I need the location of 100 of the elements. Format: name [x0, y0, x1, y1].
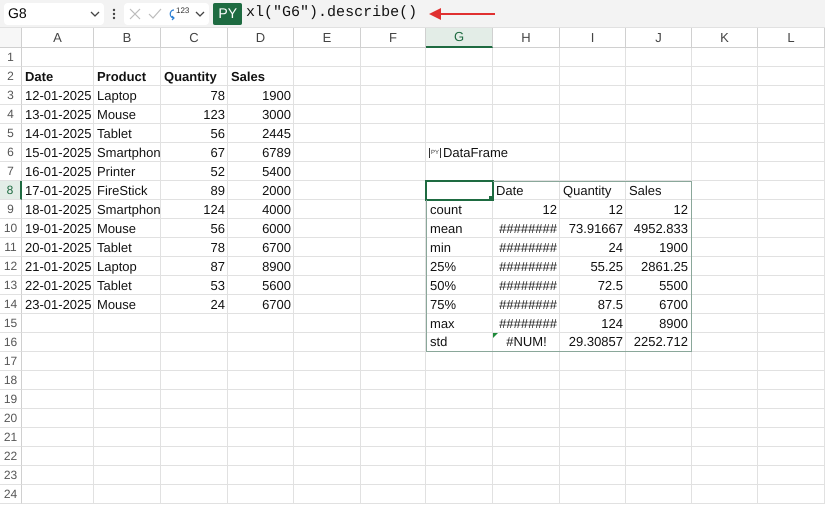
select-all-corner[interactable] — [0, 28, 22, 48]
table-cell-text: 20-01-2025 — [24, 238, 92, 257]
check-icon[interactable] — [148, 6, 162, 20]
column-header[interactable]: A — [22, 28, 94, 48]
table-cell-text: 6000 — [261, 220, 292, 238]
row-header[interactable]: 14 — [0, 295, 22, 314]
table-cell: 25% — [426, 257, 493, 276]
table-cell-text: 89 — [210, 182, 226, 200]
table-cell-text: ######## — [498, 258, 558, 276]
table-cell: std — [426, 333, 493, 352]
table-cell-text: 18-01-2025 — [24, 200, 92, 219]
column-header[interactable]: J — [626, 28, 692, 48]
table-cell-text: 15-01-2025 — [24, 144, 92, 162]
table-cell-text: 2445 — [261, 124, 292, 143]
table-cell-text: 24 — [210, 296, 226, 314]
column-header[interactable]: I — [560, 28, 626, 48]
row-header[interactable]: 11 — [0, 238, 22, 257]
row-header[interactable]: 4 — [0, 105, 22, 124]
arrow-icon — [427, 6, 498, 20]
table-cell-text: Smartphon — [96, 200, 161, 219]
table-cell: Sales — [626, 181, 692, 200]
row-header[interactable]: 1 — [0, 48, 22, 67]
row-header[interactable]: 23 — [0, 466, 22, 485]
chevron-down-icon[interactable] — [195, 10, 206, 16]
row-header[interactable]: 9 — [0, 200, 22, 219]
row-header[interactable]: 24 — [0, 485, 22, 504]
table-cell: 50% — [426, 276, 493, 295]
row-header[interactable]: 2 — [0, 67, 22, 86]
row-header[interactable]: 10 — [0, 219, 22, 238]
row-header[interactable]: 6 — [0, 143, 22, 162]
row-header[interactable]: 8 — [0, 181, 22, 200]
column-header[interactable]: E — [294, 28, 361, 48]
column-header[interactable]: L — [758, 28, 825, 48]
column-header[interactable]: H — [493, 28, 560, 48]
table-cell: count — [426, 200, 493, 219]
table-cell-text: 123 — [202, 106, 226, 124]
row-header[interactable]: 18 — [0, 371, 22, 390]
table-cell-text: 22-01-2025 — [24, 276, 92, 295]
table-cell-text: 124 — [600, 314, 624, 333]
table-cell-text: ######## — [498, 220, 558, 238]
table-cell-text: 12 — [542, 200, 558, 219]
table-cell-text: 52 — [210, 162, 226, 181]
row-header[interactable]: 19 — [0, 390, 22, 409]
table-cell-text: Smartphon — [96, 144, 161, 162]
column-header[interactable]: B — [94, 28, 161, 48]
column-header[interactable]: G — [426, 28, 493, 48]
table-cell-text: 87 — [210, 258, 226, 276]
table-cell-text: FireStick — [96, 182, 149, 200]
table-cell: #NUM! — [493, 333, 560, 352]
row-header[interactable]: 15 — [0, 314, 22, 333]
row-header[interactable]: 17 — [0, 352, 22, 371]
table-cell-text: Tablet — [96, 276, 133, 295]
table-cell: 8900 — [626, 314, 692, 333]
table-cell-text: ######## — [498, 296, 558, 314]
table-cell-text: 6700 — [261, 238, 292, 257]
row-header[interactable]: 22 — [0, 447, 22, 466]
table-cell-text: 72.5 — [596, 276, 624, 295]
table-cell: 6700 — [626, 295, 692, 314]
row-header[interactable]: 13 — [0, 276, 22, 295]
table-cell: Quantity — [560, 181, 626, 200]
table-cell-text: 5400 — [261, 162, 292, 181]
table-cell-text: 23-01-2025 — [24, 296, 92, 314]
table-cell: 12 — [626, 200, 692, 219]
table-cell-text: 13-01-2025 — [24, 106, 92, 124]
table-cell-text: Mouse — [96, 296, 138, 314]
row-header[interactable]: 16 — [0, 333, 22, 352]
row-header[interactable]: 21 — [0, 428, 22, 447]
table-cell-text: 56 — [210, 220, 226, 238]
table-cell-text: 67 — [210, 144, 226, 162]
table-cell: max — [426, 314, 493, 333]
table-cell: 4952.833 — [626, 219, 692, 238]
table-cell[interactable] — [426, 181, 493, 200]
table-cell-text: 19-01-2025 — [24, 220, 92, 238]
row-header[interactable]: 20 — [0, 409, 22, 428]
row-header[interactable]: 3 — [0, 86, 22, 105]
row-header[interactable]: 12 — [0, 257, 22, 276]
table-cell-text: Sales — [230, 68, 266, 86]
table-cell-text: 24 — [608, 238, 624, 257]
fill-handle[interactable] — [489, 196, 493, 200]
table-cell-text: 5600 — [261, 276, 292, 295]
formula-input[interactable]: xl("G6").describe() — [246, 2, 418, 25]
table-cell-text: 2000 — [261, 182, 292, 200]
table-cell-text: Tablet — [96, 238, 133, 257]
table-cell-text: Mouse — [96, 106, 138, 124]
name-box[interactable]: G8 — [4, 2, 104, 24]
table-cell-text: Tablet — [96, 124, 133, 143]
table-cell: 2861.25 — [626, 257, 692, 276]
more-options-icon[interactable] — [111, 6, 117, 20]
column-header[interactable]: K — [692, 28, 758, 48]
column-header[interactable]: D — [228, 28, 294, 48]
column-header[interactable]: C — [161, 28, 228, 48]
table-cell-text: Printer — [96, 162, 136, 181]
close-icon[interactable] — [128, 6, 142, 20]
row-header[interactable]: 5 — [0, 124, 22, 143]
table-cell-text: 12 — [608, 200, 624, 219]
output-type-button[interactable]: 123 — [168, 6, 190, 20]
error-indicator-icon — [493, 333, 498, 338]
table-cell-text: 17-01-2025 — [24, 182, 92, 200]
table-cell: Date — [493, 181, 560, 200]
table-cell-text: 55.25 — [589, 258, 624, 276]
